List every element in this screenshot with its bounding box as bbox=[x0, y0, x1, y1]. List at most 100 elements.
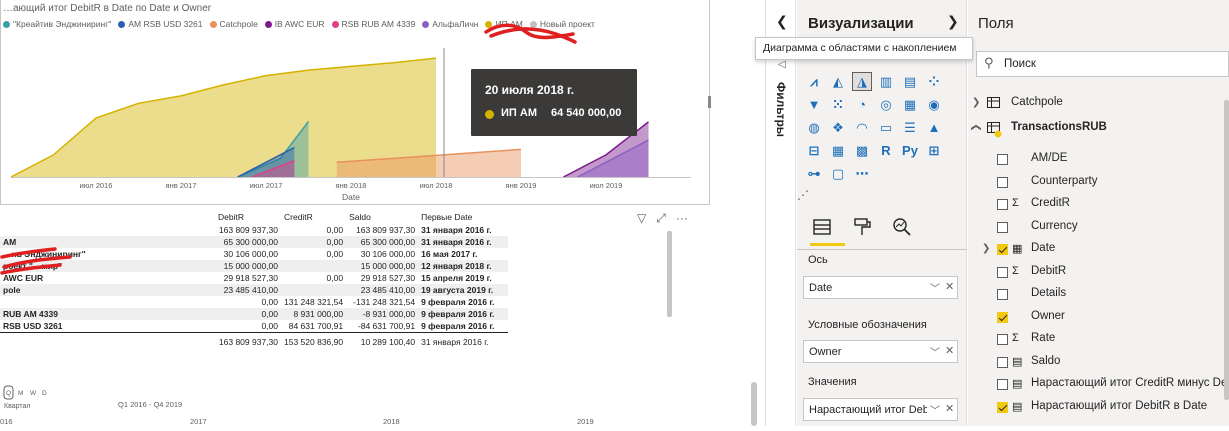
table-row[interactable]: RUB AM 4339 0,00 8 931 000,00 -8 931 000,00… bbox=[0, 308, 509, 320]
filters-expand-icon[interactable]: ◁ bbox=[778, 59, 786, 70]
decomposition-tree-icon[interactable]: ⊶ bbox=[804, 164, 824, 183]
canvas-scrollbar[interactable] bbox=[751, 382, 757, 426]
r-visual-icon[interactable]: R bbox=[876, 141, 896, 160]
table-row[interactable]: 163 809 937,30 0,00 163 809 937,30 31 январ… bbox=[0, 224, 508, 236]
gauge-icon[interactable]: ◠ bbox=[852, 118, 872, 137]
field-checkbox[interactable] bbox=[997, 266, 1008, 278]
key-influencers-icon[interactable]: ⊞ bbox=[924, 141, 944, 160]
field-item[interactable]: Owner bbox=[968, 308, 1223, 328]
field-checkbox[interactable] bbox=[997, 311, 1008, 323]
scatter-icon[interactable]: ⁙ bbox=[828, 95, 848, 114]
map-icon[interactable]: ◉ bbox=[924, 95, 944, 114]
field-checkbox[interactable] bbox=[997, 244, 1008, 255]
card-icon[interactable]: ▭ bbox=[876, 118, 896, 137]
slicer-level-option[interactable]: W bbox=[30, 390, 37, 397]
field-item[interactable]: Σ DebitR bbox=[968, 263, 1223, 283]
remove-field-icon[interactable]: ✕ bbox=[945, 402, 954, 415]
fields-search-input[interactable]: ⚲ Поиск bbox=[976, 51, 1229, 77]
field-item[interactable]: Counterparty bbox=[968, 173, 1223, 193]
chevron-right-icon[interactable]: ❯ bbox=[982, 243, 990, 254]
donut-chart-icon[interactable]: ◎ bbox=[876, 95, 896, 114]
slicer-level-option[interactable]: Q bbox=[6, 390, 11, 397]
table-row[interactable]: RSB USD 3261 0,00 84 631 700,91 -84 631 700… bbox=[0, 320, 508, 333]
slicer-level-option[interactable]: D bbox=[42, 390, 47, 397]
chevron-down-icon[interactable]: ﹀ bbox=[930, 402, 940, 417]
column-header-owner[interactable] bbox=[0, 210, 215, 224]
column-header-debitr[interactable]: DebitR bbox=[215, 210, 281, 224]
table-row[interactable]: 0,00 131 248 321,54 -131 248 321,54 9 февра… bbox=[0, 296, 508, 308]
slicer-graphic[interactable]: QMWD Квартал Q1 2016 - Q4 2019 016 2017 20… bbox=[0, 380, 760, 426]
globe-map-icon[interactable]: ◍ bbox=[804, 118, 824, 137]
field-checkbox[interactable] bbox=[997, 154, 1008, 165]
field-item[interactable]: ▤ Нарастающий итог CreditR минус Del bbox=[968, 375, 1229, 395]
column-header-saldo[interactable]: Saldo bbox=[346, 210, 418, 224]
field-checkbox[interactable] bbox=[997, 221, 1008, 233]
field-checkbox[interactable] bbox=[997, 289, 1008, 300]
field-label: Нарастающий итог DebitR в Date bbox=[1031, 399, 1208, 412]
chevron-down-icon[interactable]: ﹀ bbox=[930, 280, 940, 295]
field-table-transactionsrub[interactable]: ❯ TransactionsRUB bbox=[968, 119, 1223, 139]
field-checkbox[interactable] bbox=[997, 379, 1008, 390]
column-header-creditr[interactable]: CreditR bbox=[281, 210, 346, 224]
field-table-catchpole[interactable]: ❯ Catchpole bbox=[968, 94, 1223, 114]
column-header-first-date[interactable]: Первые Date bbox=[418, 210, 508, 224]
python-visual-icon[interactable]: Py bbox=[900, 141, 920, 160]
field-item[interactable]: ▤ Saldo bbox=[968, 353, 1223, 373]
qa-icon[interactable]: ▢ bbox=[828, 164, 848, 183]
chevron-down-icon[interactable]: ﹀ bbox=[930, 344, 940, 359]
field-item[interactable]: ❯ ▦ Date bbox=[968, 240, 1223, 260]
legend-field-well[interactable]: Owner ﹀ ✕ bbox=[803, 340, 958, 363]
slicer-level-option[interactable]: M bbox=[18, 390, 23, 397]
waterfall-chart-icon[interactable]: ▤ bbox=[900, 72, 920, 91]
treemap-icon[interactable]: ▦ bbox=[900, 95, 920, 114]
kpi-icon[interactable]: ▲ bbox=[924, 118, 944, 137]
more-visuals-ellipsis-icon[interactable]: ⋰ bbox=[797, 188, 809, 202]
pie-chart-icon[interactable]: ◔ bbox=[852, 95, 872, 114]
line-chart-icon[interactable]: ⩘ bbox=[804, 72, 824, 91]
axis-field-well[interactable]: Date ﹀ ✕ bbox=[803, 276, 958, 299]
scatter-chart-icon[interactable]: ⁘ bbox=[924, 72, 944, 91]
field-checkbox[interactable] bbox=[997, 401, 1008, 413]
remove-field-icon[interactable]: ✕ bbox=[945, 344, 954, 357]
field-item[interactable]: Σ CreditR bbox=[968, 195, 1223, 215]
more-options-icon[interactable]: ··· bbox=[676, 211, 688, 226]
funnel-icon[interactable]: ▼ bbox=[804, 95, 824, 114]
fields-scrollbar[interactable] bbox=[1224, 100, 1229, 400]
analytics-magnifier-icon[interactable] bbox=[892, 217, 912, 237]
area-chart-icon[interactable]: ◭ bbox=[828, 72, 848, 91]
values-field-well[interactable]: Нарастающий итог DebitR в Date ﹀ ✕ bbox=[803, 398, 958, 421]
more-icon[interactable]: ⋯ bbox=[852, 164, 872, 183]
multi-row-card-icon[interactable]: ☰ bbox=[900, 118, 920, 137]
field-item[interactable]: Details bbox=[968, 285, 1223, 305]
slicer-icon[interactable]: ⊟ bbox=[804, 141, 824, 160]
field-checkbox[interactable] bbox=[997, 199, 1008, 210]
focus-mode-icon[interactable]: ⤢ bbox=[656, 211, 666, 226]
date-range-slicer[interactable]: QMWD Квартал Q1 2016 - Q4 2019 016 2017 20… bbox=[0, 380, 760, 426]
matrix-table-visual[interactable]: ▽ ⤢ ··· DebitR CreditR Saldo Первые Date… bbox=[0, 208, 710, 358]
format-paint-roller-icon[interactable] bbox=[852, 217, 872, 237]
filter-icon[interactable]: ▽ bbox=[637, 211, 646, 226]
ribbon-chart-icon[interactable]: ▥ bbox=[876, 72, 896, 91]
expand-pane-chevron-icon[interactable]: ❯ bbox=[947, 13, 959, 30]
field-item[interactable]: Σ Rate bbox=[968, 330, 1223, 350]
field-item[interactable]: Currency bbox=[968, 218, 1223, 238]
chevron-right-icon[interactable]: ❯ bbox=[972, 97, 980, 108]
stacked-area-chart-icon[interactable]: ◮ bbox=[852, 72, 872, 91]
field-checkbox[interactable] bbox=[997, 334, 1008, 345]
collapse-pane-chevron-icon[interactable]: ❮ bbox=[776, 13, 788, 30]
table-scrollbar[interactable] bbox=[667, 231, 672, 317]
table-visual-icon[interactable]: ▦ bbox=[828, 141, 848, 160]
stacked-area-chart-visual[interactable]: …ающий итог DebitR в Date по Date и Owne… bbox=[0, 0, 711, 205]
field-item[interactable]: AM/DE bbox=[968, 150, 1223, 170]
chevron-up-icon[interactable]: ❯ bbox=[971, 123, 982, 131]
resize-handle[interactable] bbox=[708, 96, 711, 108]
field-item[interactable]: ▤ Нарастающий итог DebitR в Date bbox=[968, 398, 1223, 418]
matrix-icon[interactable]: ▩ bbox=[852, 141, 872, 160]
filters-pane-label[interactable]: Фильтры bbox=[774, 82, 788, 137]
fields-tab-icon[interactable] bbox=[812, 217, 832, 237]
field-checkbox[interactable] bbox=[997, 356, 1008, 368]
shape-map-icon[interactable]: ❖ bbox=[828, 118, 848, 137]
field-checkbox[interactable] bbox=[997, 176, 1008, 188]
remove-field-icon[interactable]: ✕ bbox=[945, 280, 954, 293]
filters-pane-collapsed[interactable]: Фильтры ◁ bbox=[765, 0, 796, 426]
